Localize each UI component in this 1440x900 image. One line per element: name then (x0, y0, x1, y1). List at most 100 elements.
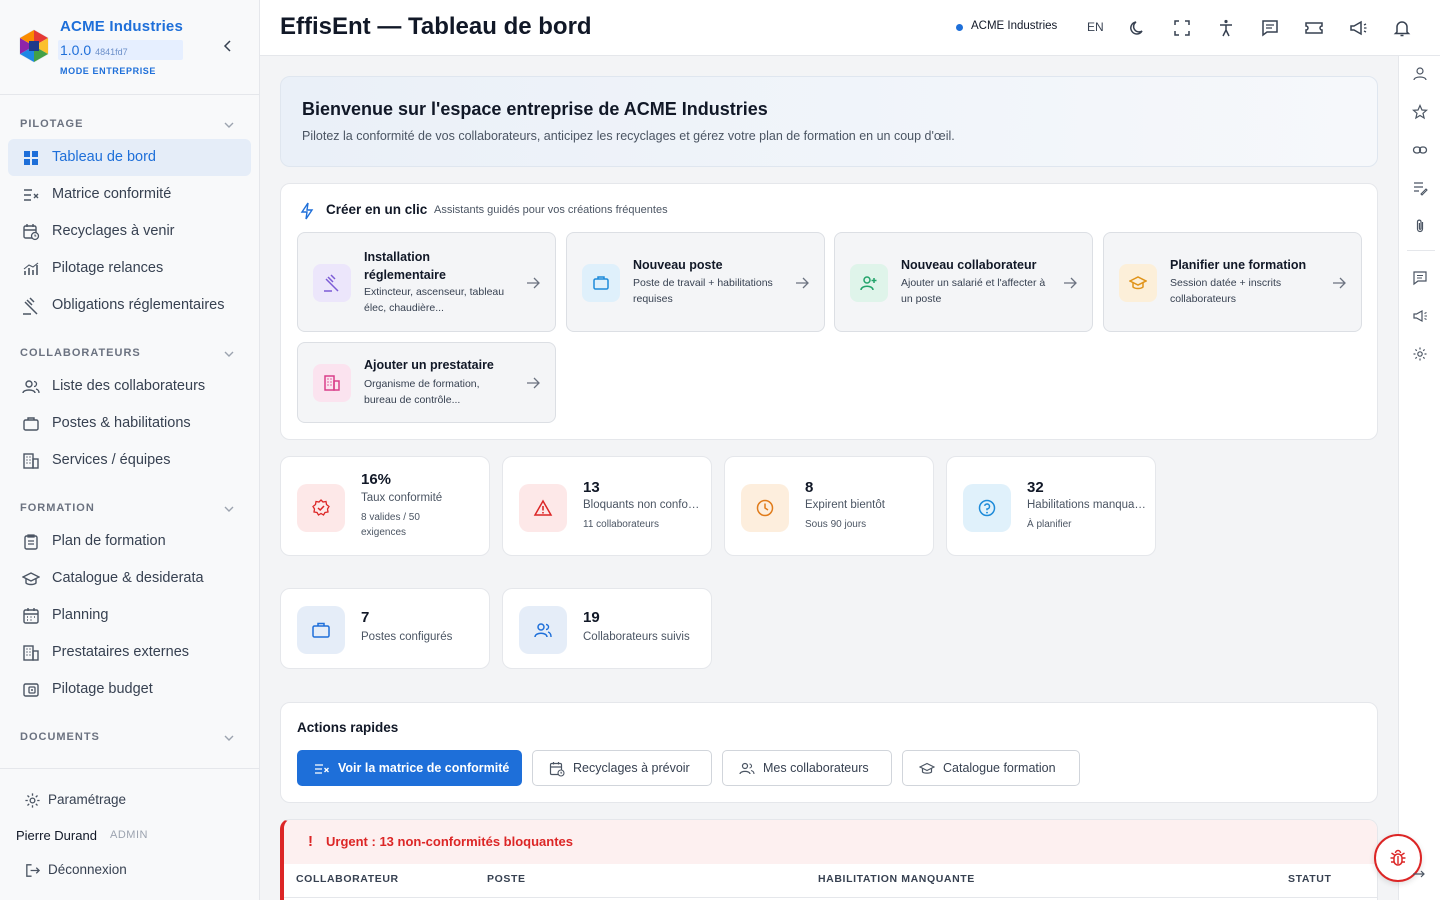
stat-card-collaborateurs[interactable]: 19 Collaborateurs suivis (502, 588, 712, 669)
collapse-sidebar-icon[interactable] (220, 38, 236, 54)
building-icon (23, 453, 39, 469)
icon-tile (313, 364, 351, 402)
sidebar-item-recyclages[interactable]: Recyclages à venir (8, 213, 251, 250)
view-compliance-matrix-button[interactable]: Voir la matrice de conformité (297, 750, 522, 786)
stat-label: Taux conformité (361, 492, 443, 504)
stat-value: 19 (583, 609, 600, 626)
alert-icon: ! (308, 833, 313, 850)
exit-icon[interactable] (1411, 866, 1427, 882)
training-catalog-button[interactable]: Catalogue formation (902, 750, 1080, 786)
megaphone-icon[interactable] (1412, 308, 1428, 324)
recyclages-button[interactable]: Recyclages à prévoir (532, 750, 712, 786)
stat-card-bloquants[interactable]: 13 Bloquants non conformes 11 collaborat… (502, 456, 712, 556)
my-collaborators-button[interactable]: Mes collaborateurs (722, 750, 892, 786)
version-number: 1.0.0 (60, 42, 92, 58)
sidebar-item-label: Pilotage relances (52, 260, 164, 276)
sidebar-item-matrice-conformite[interactable]: Matrice conformité (8, 176, 251, 213)
graduation-cap-icon (1129, 276, 1147, 290)
megaphone-icon[interactable] (1348, 18, 1368, 38)
chevron-down-icon[interactable] (222, 118, 236, 132)
stat-subtext: Sous 90 jours (805, 519, 867, 530)
star-icon[interactable] (1412, 104, 1428, 120)
message-icon[interactable] (1260, 18, 1280, 38)
language-toggle[interactable]: EN (1087, 20, 1104, 34)
comment-icon[interactable] (1412, 270, 1428, 286)
welcome-title: Bienvenue sur l'espace entreprise de ACM… (302, 99, 768, 119)
paperclip-icon[interactable] (1412, 218, 1428, 234)
card-description: Extincteur, ascenseur, tableau élec, cha… (364, 286, 505, 314)
quick-create-panel: Créer en un clic Assistants guidés pour … (280, 183, 1378, 440)
sidebar-footer: Paramétrage Pierre Durand ADMIN Déconnex… (0, 768, 259, 900)
users-icon (22, 380, 40, 394)
accessibility-icon[interactable] (1216, 18, 1236, 38)
edit-list-icon[interactable] (1412, 180, 1428, 196)
sidebar-item-services-equipes[interactable]: Services / équipes (8, 442, 251, 479)
button-label: Recyclages à prévoir (573, 761, 690, 775)
briefcase-icon (23, 417, 39, 431)
sidebar-item-pilotage-relances[interactable]: Pilotage relances (8, 250, 251, 287)
stat-label: Expirent bientôt (805, 499, 885, 511)
graduation-cap-icon (22, 572, 40, 586)
icon-tile (850, 264, 888, 302)
column-header-habilitation[interactable]: HABILITATION MANQUANTE (818, 873, 975, 885)
sidebar-item-plan-formation[interactable]: Plan de formation (8, 523, 251, 560)
arrow-right-icon (796, 277, 809, 289)
column-header-collaborateur[interactable]: COLLABORATEUR (296, 873, 399, 885)
chevron-down-icon[interactable] (222, 502, 236, 516)
create-prestataire-card[interactable]: Ajouter un prestataire Organisme de form… (297, 342, 556, 423)
grid-icon (24, 151, 38, 165)
brand-name: ACME Industries (60, 18, 184, 35)
sidebar-item-budget[interactable]: Pilotage budget (8, 671, 251, 708)
stat-card-habilitations-manquantes[interactable]: 32 Habilitations manquantes À planifier (946, 456, 1156, 556)
moon-icon[interactable] (1128, 18, 1148, 38)
sidebar-item-label: Liste des collaborateurs (52, 378, 206, 394)
sidebar-item-label: Planning (52, 607, 109, 623)
check-badge-icon (312, 499, 330, 516)
create-collaborateur-card[interactable]: Nouveau collaborateur Ajouter un salarié… (834, 232, 1093, 332)
gear-icon[interactable] (1412, 346, 1428, 362)
gavel-icon (23, 297, 38, 315)
column-header-statut[interactable]: STATUT (1288, 873, 1331, 885)
calendar-clock-icon (549, 762, 565, 777)
sidebar-item-label: Services / équipes (52, 452, 171, 468)
stat-value: 8 (805, 479, 814, 496)
urgent-nonconformities-panel: ! Urgent : 13 non-conformités bloquantes… (280, 819, 1378, 900)
icon-tile (582, 264, 620, 302)
card-title: Planifier une formation (1170, 258, 1307, 272)
sidebar-item-catalogue[interactable]: Catalogue & desiderata (8, 560, 251, 597)
sidebar-item-obligations[interactable]: Obligations réglementaires (8, 287, 251, 324)
stat-card-taux-conformite[interactable]: 16% Taux conformité 8 valides / 50 exige… (280, 456, 490, 556)
chevron-down-icon[interactable] (222, 731, 236, 745)
user-icon[interactable] (1412, 66, 1428, 82)
stat-card-expirent[interactable]: 8 Expirent bientôt Sous 90 jours (724, 456, 934, 556)
stat-value: 13 (583, 479, 600, 496)
quick-create-subtitle: Assistants guidés pour vos créations fré… (434, 204, 668, 216)
fullscreen-icon[interactable] (1172, 18, 1192, 38)
sidebar-item-label: Matrice conformité (52, 186, 172, 202)
card-title: Ajouter un prestataire (364, 358, 494, 372)
bell-icon[interactable] (1392, 18, 1412, 38)
section-title-pilotage: PILOTAGE (20, 118, 84, 130)
create-installation-card[interactable]: Installation réglementaire Extincteur, a… (297, 232, 556, 332)
link-icon[interactable] (1412, 142, 1428, 158)
sidebar-item-planning[interactable]: Planning (8, 597, 251, 634)
stat-card-postes[interactable]: 7 Postes configurés (280, 588, 490, 669)
help-circle-icon (978, 499, 996, 517)
stat-subtext: 8 valides / 50 exigences (361, 512, 420, 538)
sidebar: ACME Industries 1.0.0 4841fd7 MODE ENTREP… (0, 0, 260, 900)
column-header-poste[interactable]: POSTE (487, 873, 526, 885)
sidebar-item-tableau-de-bord[interactable]: Tableau de bord (8, 139, 251, 176)
brand-header: ACME Industries 1.0.0 4841fd7 MODE ENTREP… (0, 0, 259, 95)
icon-tile (519, 484, 567, 532)
section-title-formation: FORMATION (20, 502, 95, 514)
sidebar-item-label: Recyclages à venir (52, 223, 175, 239)
sidebar-item-postes-habilitations[interactable]: Postes & habilitations (8, 405, 251, 442)
stat-subtext: 11 collaborateurs (583, 519, 659, 530)
sidebar-item-prestataires[interactable]: Prestataires externes (8, 634, 251, 671)
sidebar-item-liste-collaborateurs[interactable]: Liste des collaborateurs (8, 368, 251, 405)
ticket-icon[interactable] (1304, 18, 1324, 38)
create-poste-card[interactable]: Nouveau poste Poste de travail + habilit… (566, 232, 825, 332)
chevron-down-icon[interactable] (222, 347, 236, 361)
create-formation-card[interactable]: Planifier une formation Session datée + … (1103, 232, 1362, 332)
wallet-icon (23, 683, 39, 697)
